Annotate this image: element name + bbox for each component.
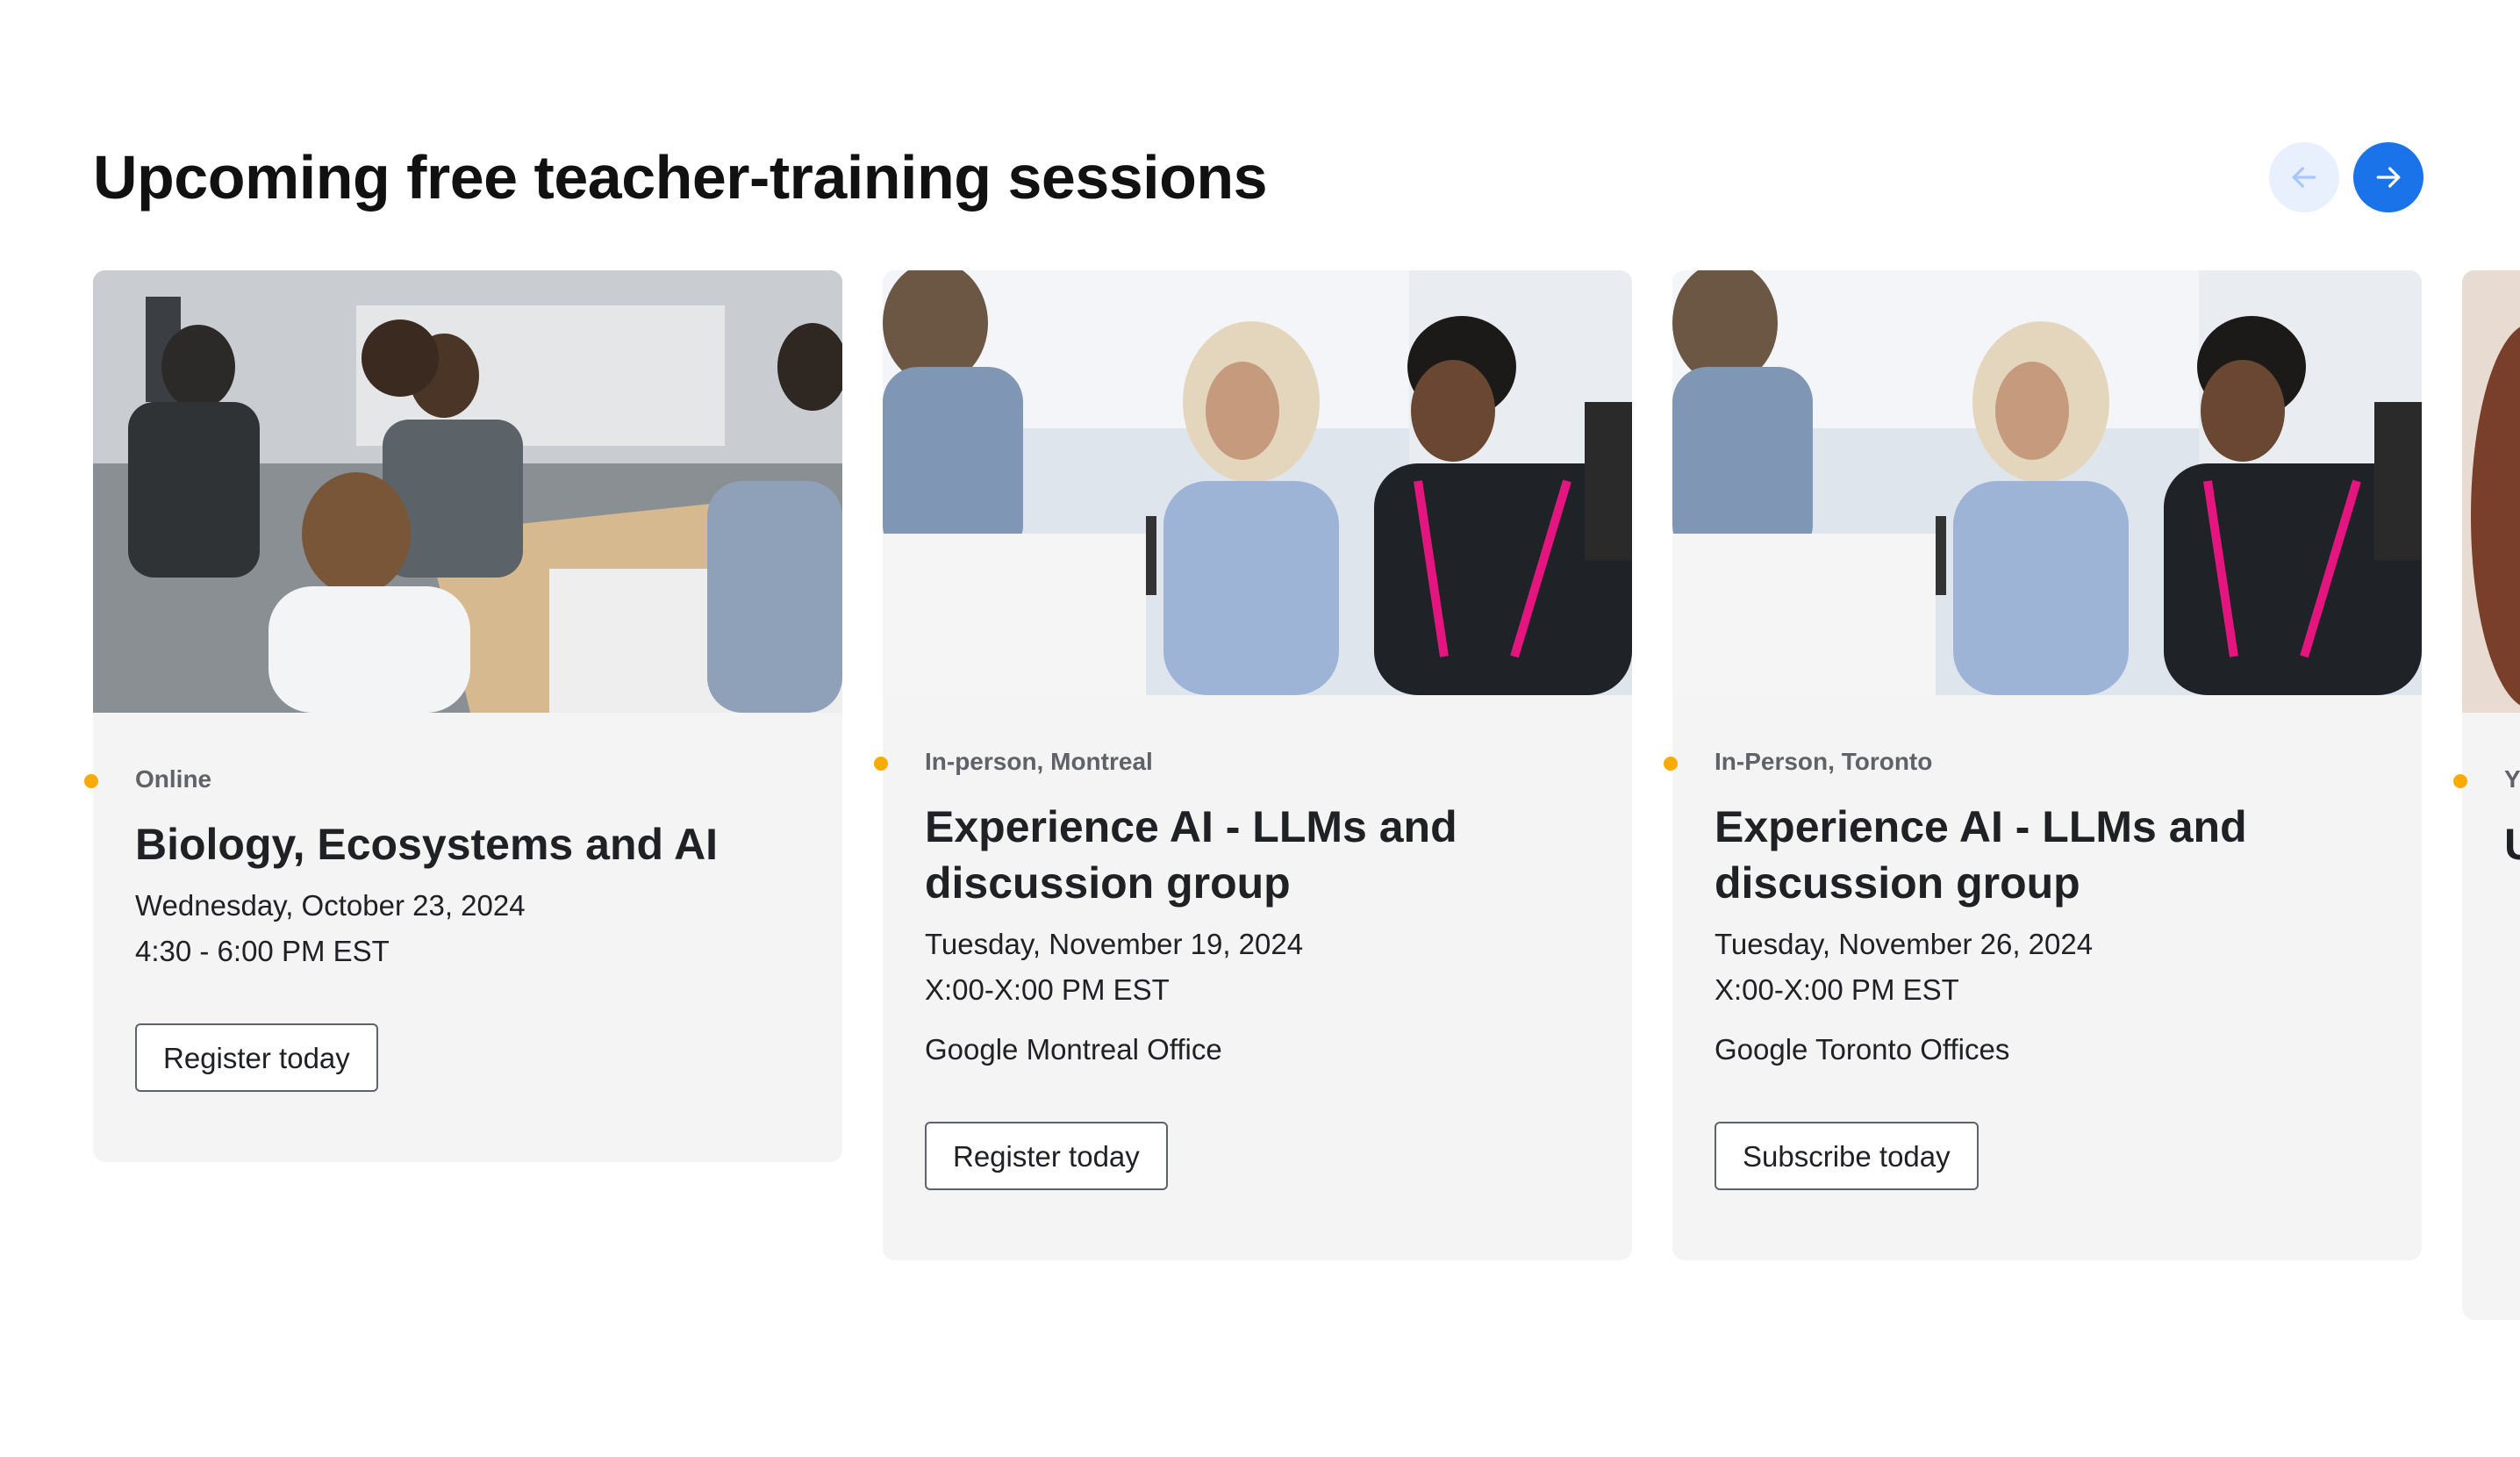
carousel-next-button[interactable] (2353, 142, 2423, 212)
session-location: In-Person, Toronto (1715, 748, 1933, 775)
session-card: In-person, Montreal Experience AI - LLMs… (874, 270, 1632, 1260)
arrow-left-icon (2287, 160, 2322, 195)
session-title: Biology, Ecosystems and AI (135, 820, 719, 869)
register-button[interactable]: Register today (925, 1122, 1168, 1190)
arrow-right-icon (2371, 160, 2406, 195)
session-date: Tuesday, November 26, 2024 (1715, 928, 2094, 960)
session-time: 4:30 - 6:00 PM EST (135, 935, 390, 967)
session-carousel: Online Biology, Ecosystems and AI Wednes… (84, 270, 2520, 1324)
status-dot (2453, 774, 2467, 788)
status-dot (1664, 757, 1678, 771)
session-card: Online Biology, Ecosystems and AI Wednes… (84, 270, 842, 1162)
session-card: In-Person, Toronto Experience AI - LLMs … (1664, 270, 2422, 1260)
session-photo (93, 270, 842, 713)
session-photo (883, 270, 1632, 695)
subscribe-button[interactable]: Subscribe today (1715, 1122, 1979, 1190)
session-card: Y U (2453, 270, 2520, 1320)
session-location: Online (135, 765, 212, 793)
session-location: In-person, Montreal (925, 748, 1153, 775)
session-date: Tuesday, November 19, 2024 (925, 928, 1304, 960)
session-title: Experience AI - LLMs and discussion grou… (1715, 802, 2247, 908)
session-title: Experience AI - LLMs and discussion grou… (925, 802, 1457, 908)
session-title: U (2504, 816, 2520, 872)
session-venue: Google Toronto Offices (1715, 1033, 2010, 1066)
register-button[interactable]: Register today (135, 1023, 378, 1092)
session-location: Y (2504, 765, 2520, 793)
status-dot (84, 774, 98, 788)
session-photo (1672, 270, 2422, 695)
session-photo (2462, 270, 2520, 713)
session-time: X:00-X:00 PM EST (1715, 973, 1959, 1006)
session-date: Wednesday, October 23, 2024 (135, 889, 526, 922)
section-title: Upcoming free teacher-training sessions (93, 143, 1268, 212)
carousel-prev-button[interactable] (2269, 142, 2339, 212)
session-time: X:00-X:00 PM EST (925, 973, 1170, 1006)
session-venue: Google Montreal Office (925, 1033, 1222, 1066)
status-dot (874, 757, 888, 771)
training-sessions-section: Upcoming free teacher-training sessions (0, 0, 2520, 1457)
